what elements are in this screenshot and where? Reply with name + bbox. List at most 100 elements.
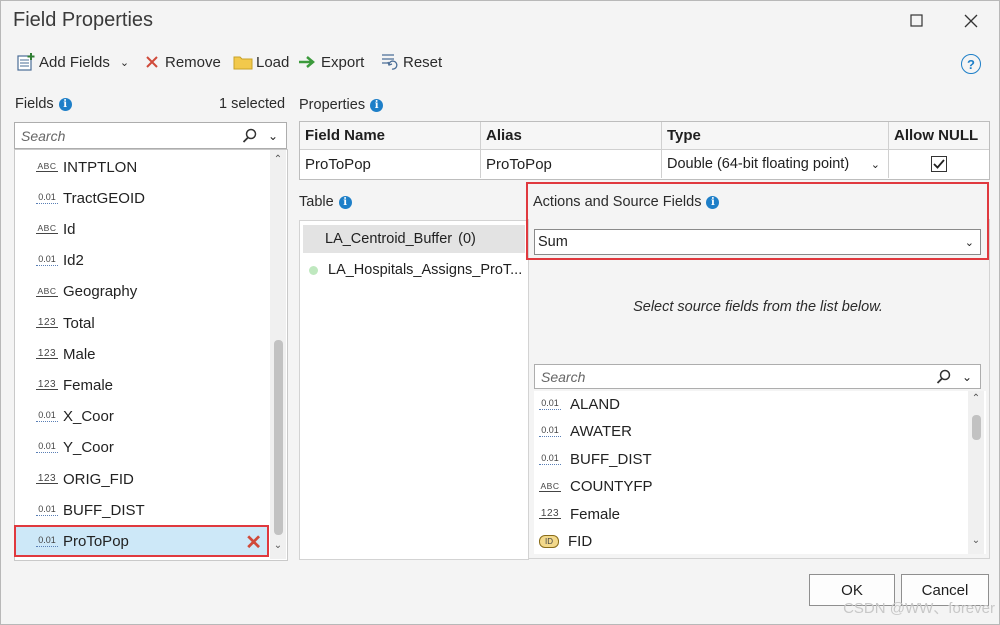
field-name: Male bbox=[63, 345, 96, 363]
field-item[interactable]: 0.01 Id2 bbox=[15, 246, 268, 276]
info-icon[interactable]: i bbox=[370, 98, 384, 112]
fields-section-label: Fields i bbox=[15, 96, 72, 112]
add-fields-button[interactable]: Add Fields ⌄ bbox=[16, 47, 129, 77]
field-name-cell[interactable]: ProToPop bbox=[300, 150, 481, 178]
field-properties-dialog: Field Properties Add Fields ⌄ Remove Loa… bbox=[0, 0, 1000, 625]
field-name: Y_Coor bbox=[63, 439, 114, 457]
add-fields-label: Add Fields bbox=[39, 53, 110, 71]
source-field-item[interactable]: 0.01 ALAND bbox=[534, 391, 966, 418]
field-name: BUFF_DIST bbox=[63, 501, 145, 519]
load-button[interactable]: Load bbox=[233, 47, 289, 77]
field-name: Female bbox=[63, 376, 114, 394]
properties-section-label: Properties i bbox=[299, 97, 384, 113]
field-name: ProToPop bbox=[63, 532, 129, 550]
table-label: Table bbox=[299, 194, 334, 210]
maximize-icon bbox=[910, 14, 923, 27]
alias-cell[interactable]: ProToPop bbox=[481, 150, 662, 178]
fields-label: Fields bbox=[15, 96, 54, 112]
scroll-thumb[interactable] bbox=[972, 415, 981, 440]
toolbar: Add Fields ⌄ Remove Load Export Reset bbox=[1, 47, 999, 77]
source-search-input[interactable]: Search ⌄ bbox=[534, 364, 981, 389]
scroll-down-arrow-icon[interactable]: ⌄ bbox=[968, 535, 984, 546]
export-button[interactable]: Export bbox=[298, 47, 364, 77]
field-item[interactable]: ABC Id bbox=[15, 214, 268, 244]
allow-null-checkbox[interactable] bbox=[931, 156, 947, 172]
search-icon[interactable] bbox=[936, 369, 952, 385]
type-dropdown[interactable]: Double (64-bit floating point) ⌄ bbox=[662, 150, 889, 178]
field-item[interactable]: 0.01 TractGEOID bbox=[15, 183, 268, 213]
info-icon[interactable]: i bbox=[58, 97, 72, 111]
integer-field-icon: 123 bbox=[36, 317, 58, 328]
source-field-name: COUNTYFP bbox=[570, 478, 653, 496]
info-icon[interactable]: i bbox=[338, 195, 352, 209]
scroll-up-arrow-icon[interactable]: ⌃ bbox=[968, 393, 984, 404]
source-field-name: ALAND bbox=[570, 396, 621, 413]
chevron-down-icon[interactable]: ⌄ bbox=[120, 56, 129, 69]
source-field-item[interactable]: 123 Female bbox=[534, 501, 966, 528]
export-arrow-icon bbox=[298, 52, 318, 72]
allow-null-cell bbox=[889, 150, 989, 178]
scroll-thumb[interactable] bbox=[274, 340, 283, 535]
field-item[interactable]: 123 Male bbox=[15, 339, 268, 369]
reset-button[interactable]: Reset bbox=[380, 47, 442, 77]
maximize-button[interactable] bbox=[905, 9, 929, 33]
double-field-icon: 0.01 bbox=[539, 399, 561, 410]
help-icon[interactable]: ? bbox=[961, 54, 981, 74]
chevron-down-icon[interactable]: ⌄ bbox=[268, 129, 278, 143]
field-item[interactable]: 0.01 BUFF_DIST bbox=[15, 495, 268, 525]
fields-search-input[interactable]: Search ⌄ bbox=[14, 122, 287, 149]
chevron-down-icon[interactable]: ⌄ bbox=[962, 370, 972, 384]
double-field-icon: 0.01 bbox=[539, 453, 561, 465]
header-type: Type bbox=[662, 122, 889, 150]
integer-field-icon: 123 bbox=[36, 348, 58, 360]
field-item[interactable]: ABC INTPTLON bbox=[15, 152, 268, 182]
scroll-down-arrow-icon[interactable]: ⌄ bbox=[270, 540, 286, 551]
source-field-name: AWATER bbox=[570, 423, 632, 441]
field-item[interactable]: 123 Female bbox=[15, 370, 268, 400]
field-item[interactable]: 123 Total bbox=[15, 308, 268, 338]
export-label: Export bbox=[321, 53, 365, 71]
field-name: Total bbox=[63, 314, 95, 332]
double-field-icon: 0.01 bbox=[36, 411, 58, 423]
table-list: LA_Centroid_Buffer (0) LA_Hospitals_Assi… bbox=[299, 220, 529, 560]
table-item-la-centroid-buffer[interactable]: LA_Centroid_Buffer (0) bbox=[303, 225, 525, 253]
search-placeholder: Search bbox=[21, 127, 66, 144]
properties-grid: Field Name Alias Type Allow NULL ProToPo… bbox=[299, 121, 990, 180]
source-field-item[interactable]: 0.01 BUFF_DIST bbox=[534, 446, 966, 473]
field-name: X_Coor bbox=[63, 408, 114, 426]
source-field-item[interactable]: ID FID bbox=[534, 528, 966, 555]
text-field-icon: ABC bbox=[36, 285, 58, 297]
remove-field-icon[interactable]: ✕ bbox=[245, 530, 262, 555]
selected-count: 1 selected bbox=[219, 96, 286, 112]
actions-highlight-box bbox=[526, 182, 989, 260]
source-fields-list: 0.01 ALAND 0.01 AWATER 0.01 BUFF_DIST ABC COUNT… bbox=[534, 391, 986, 554]
source-field-item[interactable]: ABC COUNTYFP bbox=[534, 473, 966, 500]
remove-button[interactable]: Remove bbox=[142, 47, 221, 77]
source-field-item[interactable]: 0.01 AWATER bbox=[534, 418, 966, 445]
field-name: Id bbox=[63, 220, 76, 238]
source-fields-hint: Select source fields from the list below… bbox=[633, 299, 883, 315]
table-item-name: LA_Hospitals_Assigns_ProT... bbox=[328, 262, 523, 278]
close-button[interactable] bbox=[959, 9, 983, 33]
watermark: CSDN @WW、forever bbox=[843, 600, 995, 617]
source-scrollbar[interactable]: ⌃ ⌄ bbox=[968, 391, 984, 554]
table-item-count: (0) bbox=[458, 231, 476, 247]
field-item[interactable]: 0.01 Y_Coor bbox=[15, 433, 268, 463]
header-alias: Alias bbox=[481, 122, 662, 150]
integer-field-icon: 123 bbox=[36, 473, 58, 484]
field-item[interactable]: ABC Geography bbox=[15, 277, 268, 307]
integer-field-icon: 123 bbox=[539, 508, 561, 520]
table-item-la-hospitals[interactable]: LA_Hospitals_Assigns_ProT... bbox=[303, 256, 525, 284]
search-icon[interactable] bbox=[242, 128, 258, 144]
fields-scrollbar[interactable]: ⌃ ⌄ bbox=[270, 150, 286, 559]
field-item[interactable]: 123 ORIG_FID bbox=[15, 464, 268, 494]
field-item[interactable]: 0.01 X_Coor bbox=[15, 402, 268, 432]
chevron-down-icon: ⌄ bbox=[870, 158, 880, 171]
fields-list: ABC INTPTLON 0.01 TractGEOID ABC Id 0.01 Id2 ABC… bbox=[14, 149, 288, 561]
scroll-up-arrow-icon[interactable]: ⌃ bbox=[270, 154, 286, 165]
close-icon bbox=[964, 14, 978, 28]
field-item[interactable]: 0.01 ProToPop ✕ bbox=[14, 525, 269, 558]
properties-label: Properties bbox=[299, 97, 366, 113]
text-field-icon: ABC bbox=[539, 480, 561, 492]
object-id-icon: ID bbox=[539, 535, 559, 548]
